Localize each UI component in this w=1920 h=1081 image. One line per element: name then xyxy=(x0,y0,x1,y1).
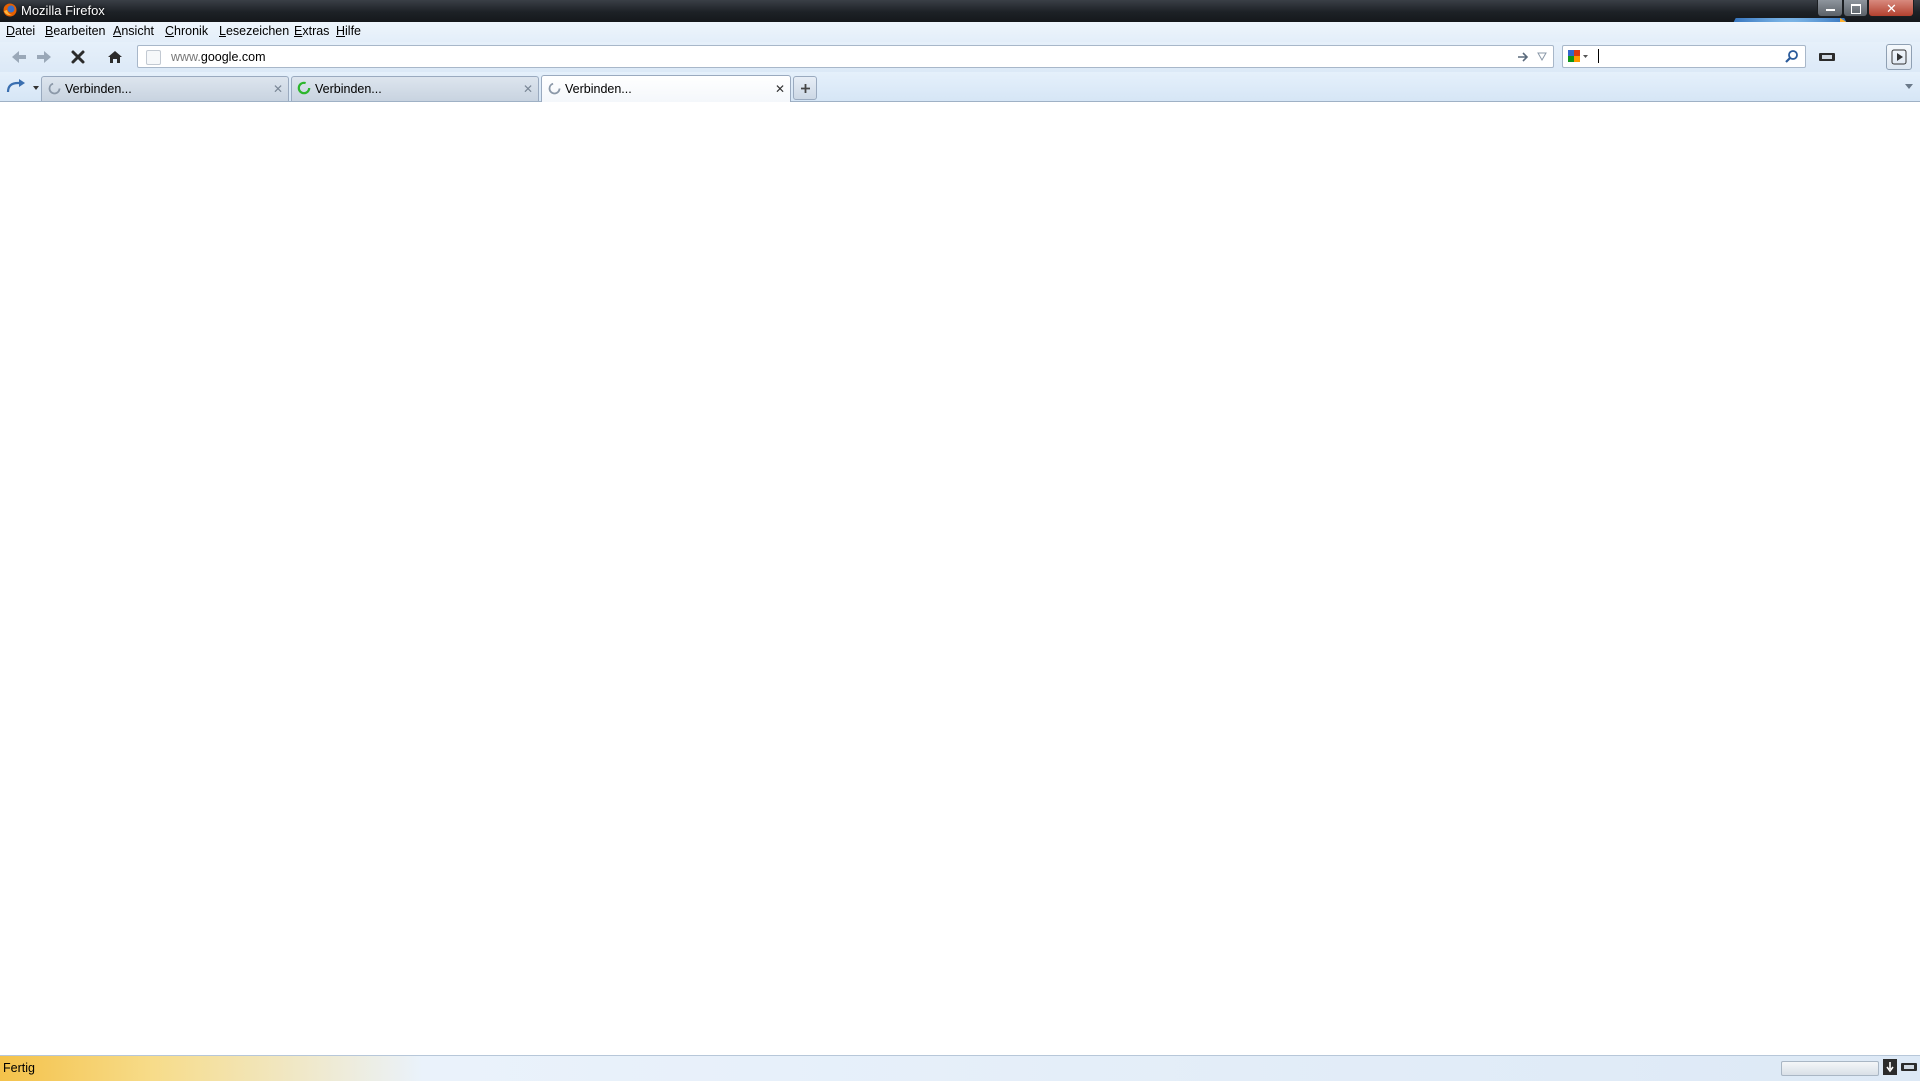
tab-close-button[interactable]: ✕ xyxy=(775,82,785,96)
firefox-logo-icon xyxy=(3,3,17,17)
maximize-button[interactable] xyxy=(1843,0,1868,17)
go-arrow-icon xyxy=(1518,52,1529,62)
magnifier-icon xyxy=(1785,50,1798,63)
menu-hilfe[interactable]: Hilfe xyxy=(336,24,361,38)
search-button[interactable] xyxy=(1785,49,1799,63)
menu-datei[interactable]: Datei xyxy=(6,24,35,38)
tab-close-button[interactable]: ✕ xyxy=(523,82,533,96)
status-extension-icon[interactable] xyxy=(1901,1061,1917,1073)
stop-icon xyxy=(71,50,85,64)
tab-active[interactable]: Verbinden... ✕ xyxy=(541,75,791,102)
site-identity-icon[interactable] xyxy=(146,50,161,65)
tab-list-dropdown[interactable] xyxy=(1905,84,1913,90)
progress-bar xyxy=(1781,1061,1879,1076)
home-button[interactable] xyxy=(103,45,127,69)
extension-icon xyxy=(1819,53,1835,61)
url-text[interactable]: www.google.com xyxy=(171,50,266,64)
forward-arrow-icon xyxy=(37,51,51,63)
back-button[interactable] xyxy=(7,45,31,69)
play-icon xyxy=(1891,49,1907,65)
tab[interactable]: Verbinden... ✕ xyxy=(291,76,539,101)
restore-icon xyxy=(1851,4,1861,14)
toolbar-extension-button[interactable] xyxy=(1815,45,1839,69)
forward-button[interactable] xyxy=(32,45,56,69)
undo-arrow-icon xyxy=(6,79,39,93)
text-cursor xyxy=(1598,49,1599,63)
search-input[interactable] xyxy=(1597,48,1781,66)
title-bar: Mozilla Firefox ✕ xyxy=(0,0,1920,22)
content-area[interactable] xyxy=(0,102,1920,1055)
search-engine-selector[interactable] xyxy=(1568,50,1590,63)
search-bar[interactable] xyxy=(1562,45,1806,68)
downloads-button[interactable] xyxy=(1883,1059,1897,1075)
close-window-button[interactable]: ✕ xyxy=(1868,0,1914,17)
menu-extras[interactable]: Extras xyxy=(294,24,329,38)
dropdown-triangle-icon xyxy=(1537,52,1547,61)
tab-label: Verbinden... xyxy=(315,82,382,96)
back-arrow-icon xyxy=(12,51,26,63)
window-title: Mozilla Firefox xyxy=(21,3,105,18)
close-icon: ✕ xyxy=(1886,1,1897,16)
google-logo-icon xyxy=(1568,50,1588,62)
download-icon xyxy=(1883,1059,1897,1075)
new-tab-button[interactable] xyxy=(793,76,817,100)
loading-spinner-icon xyxy=(48,82,61,95)
menu-bearbeiten[interactable]: Bearbeiten xyxy=(45,24,105,38)
stop-button[interactable] xyxy=(66,45,90,69)
status-bar: Fertig xyxy=(0,1055,1920,1081)
url-prefix: www. xyxy=(171,50,201,64)
go-button[interactable] xyxy=(1517,51,1530,63)
sidebar-toggle-button[interactable] xyxy=(1886,44,1912,70)
menu-bar: Datei Bearbeiten Ansicht Chronik Lesezei… xyxy=(0,22,1920,42)
status-text: Fertig xyxy=(3,1061,35,1075)
tab[interactable]: Verbinden... ✕ xyxy=(41,76,289,101)
undo-close-tab-button[interactable] xyxy=(4,78,40,96)
menu-lesezeichen[interactable]: Lesezeichen xyxy=(219,24,289,38)
loading-spinner-icon xyxy=(548,82,561,95)
tab-label: Verbinden... xyxy=(565,82,632,96)
minimize-icon xyxy=(1826,9,1835,11)
url-bar[interactable]: www.google.com xyxy=(137,45,1554,68)
tab-close-button[interactable]: ✕ xyxy=(273,82,283,96)
plus-icon xyxy=(800,83,810,93)
url-host: google.com xyxy=(200,50,266,64)
menu-chronik[interactable]: Chronik xyxy=(165,24,208,38)
home-icon xyxy=(108,51,122,63)
menu-ansicht[interactable]: Ansicht xyxy=(113,24,154,38)
chevron-down-icon xyxy=(1905,84,1913,89)
minimize-button[interactable] xyxy=(1817,0,1843,17)
tab-label: Verbinden... xyxy=(65,82,132,96)
loading-spinner-icon xyxy=(297,81,311,95)
history-dropdown-button[interactable] xyxy=(1537,52,1547,61)
